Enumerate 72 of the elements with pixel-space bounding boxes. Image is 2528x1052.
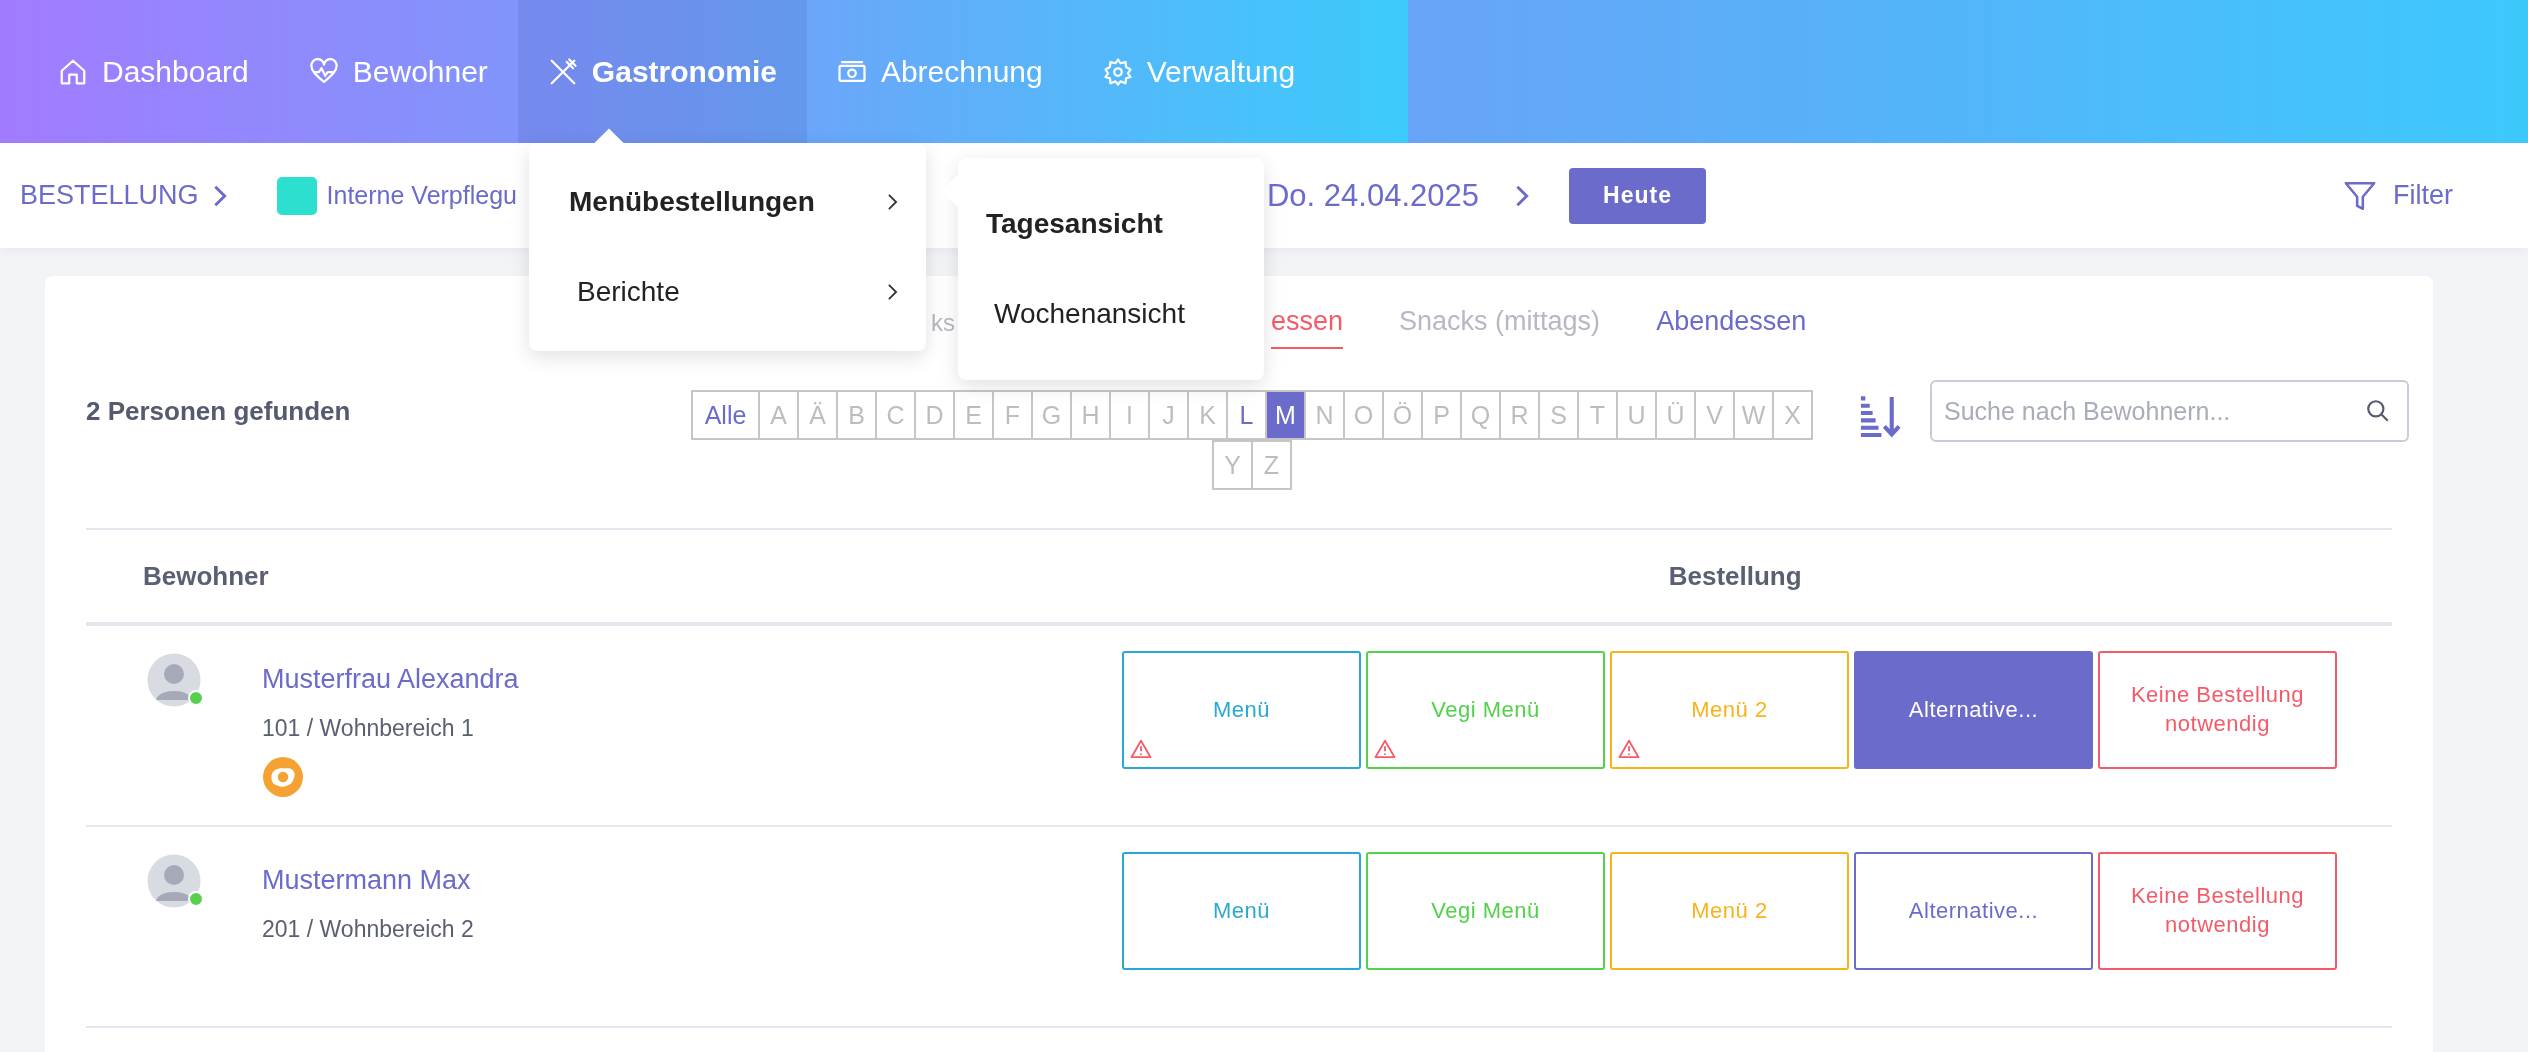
- letter-filter[interactable]: W: [1733, 390, 1774, 440]
- unit-name[interactable]: Interne Verpflegu: [326, 181, 517, 210]
- letter-filter[interactable]: H: [1070, 390, 1111, 440]
- column-header: Bestellung: [1668, 560, 1802, 592]
- letter-filter[interactable]: F: [992, 390, 1033, 440]
- order-option-button[interactable]: Vegi Menü: [1366, 651, 1605, 769]
- letter-filter[interactable]: G: [1031, 390, 1072, 440]
- chevron-right-icon: [887, 283, 898, 301]
- meal-tab[interactable]: Abendessen: [1656, 306, 1807, 349]
- chevron-right-icon: [887, 193, 898, 211]
- nav-tab[interactable]: Abrechnung: [806, 0, 1073, 143]
- date-label: Do. 24.04.2025: [1267, 177, 1479, 214]
- letter-filter[interactable]: S: [1538, 390, 1579, 440]
- letter-filter[interactable]: K: [1187, 390, 1228, 440]
- nav-tab[interactable]: Bewohner: [278, 0, 518, 143]
- next-day-icon[interactable]: [1515, 183, 1529, 208]
- order-option-button[interactable]: Alternative...: [1854, 852, 2093, 970]
- letter-filter[interactable]: Ü: [1655, 390, 1696, 440]
- order-option-button[interactable]: Keine Bestellung notwendig: [2098, 852, 2337, 970]
- letter-filter[interactable]: B: [836, 390, 877, 440]
- nav-tab[interactable]: Verwaltung: [1072, 0, 1326, 143]
- letter-filter[interactable]: E: [953, 390, 994, 440]
- order-option-button[interactable]: Menü 2: [1610, 852, 1849, 970]
- letter-filter[interactable]: J: [1148, 390, 1189, 440]
- letter-filter[interactable]: M: [1265, 390, 1306, 440]
- chevron-right-icon: [212, 183, 227, 208]
- letter-filter[interactable]: Ä: [797, 390, 838, 440]
- letter-filter[interactable]: C: [875, 390, 916, 440]
- order-option-button[interactable]: Menü: [1122, 651, 1361, 769]
- order-option-button[interactable]: Keine Bestellung notwendig: [2098, 651, 2337, 769]
- search-field[interactable]: Suche nach Bewohnern...: [1930, 380, 2409, 442]
- order-option-button[interactable]: Menü 2: [1610, 651, 1849, 769]
- letter-filter[interactable]: P: [1421, 390, 1462, 440]
- menu-item[interactable]: Menübestellungen: [569, 186, 898, 218]
- menu-item[interactable]: Tagesansicht: [986, 208, 1264, 240]
- meal-tab[interactable]: essen: [1271, 306, 1344, 349]
- sort-icon[interactable]: [1858, 394, 1902, 438]
- letter-filter[interactable]: Y: [1212, 440, 1253, 490]
- letter-filter[interactable]: T: [1577, 390, 1618, 440]
- resident-location: 201 / Wohnbereich 2: [262, 916, 474, 943]
- avatar: [144, 650, 204, 710]
- breadcrumb-link[interactable]: BESTELLUNG: [20, 180, 199, 211]
- result-count: 2 Personen gefunden: [86, 396, 351, 426]
- resident-name[interactable]: Mustermann Max: [262, 865, 471, 896]
- letter-filter[interactable]: D: [914, 390, 955, 440]
- settings-icon: [1102, 56, 1133, 87]
- letter-filter[interactable]: Z: [1251, 440, 1292, 490]
- order-option-button[interactable]: Alternative...: [1854, 651, 2093, 769]
- nav-tab[interactable]: Gastronomie: [517, 0, 807, 143]
- order-option-button[interactable]: Vegi Menü: [1366, 852, 1605, 970]
- letter-filter[interactable]: V: [1694, 390, 1735, 440]
- letter-filter[interactable]: O: [1343, 390, 1384, 440]
- filter-button[interactable]: Filter: [2393, 180, 2453, 211]
- letter-filter[interactable]: Ö: [1382, 390, 1423, 440]
- letter-filter[interactable]: R: [1499, 390, 1540, 440]
- search-icon[interactable]: [2365, 398, 2391, 424]
- nav-tab[interactable]: Dashboard: [28, 0, 279, 143]
- menu-item[interactable]: Berichte: [569, 276, 898, 308]
- letter-filter[interactable]: U: [1616, 390, 1657, 440]
- letter-filter[interactable]: N: [1304, 390, 1345, 440]
- resident-location: 101 / Wohnbereich 1: [262, 715, 474, 742]
- today-button[interactable]: Heute: [1569, 167, 1706, 224]
- order-option-button[interactable]: Menü: [1122, 852, 1361, 970]
- menu-item[interactable]: Wochenansicht: [986, 298, 1264, 330]
- letter-filter[interactable]: A: [758, 390, 799, 440]
- letter-filter[interactable]: Q: [1460, 390, 1501, 440]
- letter-filter[interactable]: X: [1772, 390, 1813, 440]
- letter-filter[interactable]: Alle: [691, 390, 760, 440]
- avatar: [144, 851, 204, 911]
- letter-filter[interactable]: I: [1109, 390, 1150, 440]
- column-header: Bewohner: [143, 560, 269, 592]
- resident-name[interactable]: Musterfrau Alexandra: [262, 664, 519, 695]
